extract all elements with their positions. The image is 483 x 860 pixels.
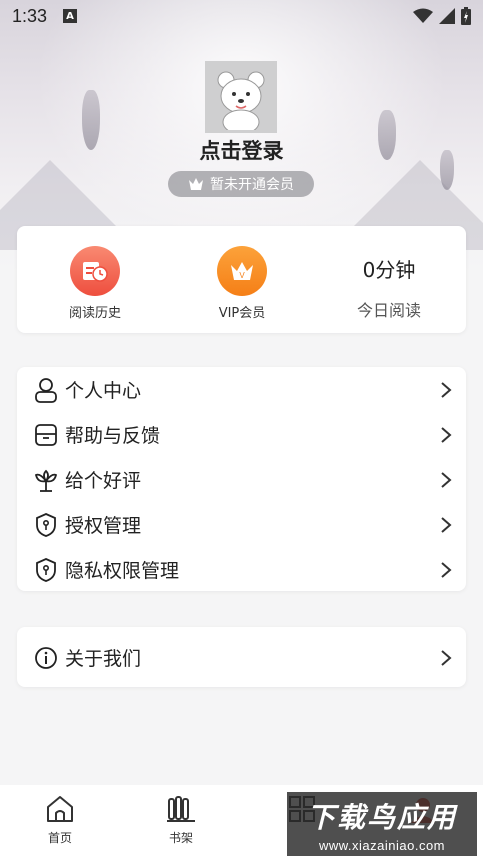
chevron-right-icon	[441, 381, 452, 398]
chevron-right-icon	[441, 471, 452, 488]
status-bar: 1:33 A	[0, 0, 483, 32]
avatar[interactable]	[205, 61, 277, 133]
about-card: 关于我们	[17, 627, 466, 687]
vip-label: VIP会员	[218, 306, 266, 321]
crown-icon	[189, 178, 203, 190]
wifi-icon	[413, 8, 433, 23]
battery-icon	[461, 7, 471, 25]
menu-item-rate-us[interactable]: 给个好评	[17, 457, 466, 502]
history-icon	[70, 246, 120, 296]
stats-card: 阅读历史 V VIP会员 0分钟 今日阅读	[17, 226, 466, 333]
bear-avatar-icon	[217, 71, 265, 130]
menu-item-about-us[interactable]: 关于我们	[17, 635, 466, 680]
shield-icon	[33, 512, 59, 538]
menu-item-privacy-permissions[interactable]: 隐私权限管理	[17, 547, 466, 592]
tab-bookshelf[interactable]: 书架	[141, 793, 221, 846]
home-icon	[47, 796, 73, 822]
menu-item-label: 隐私权限管理	[65, 560, 180, 582]
menu-item-label: 帮助与反馈	[65, 425, 161, 447]
login-button[interactable]: 点击登录	[0, 135, 483, 165]
today-reading-value: 0分钟	[362, 258, 416, 282]
watermark-title: 下载鸟应用	[306, 800, 457, 834]
reading-history-button[interactable]: 阅读历史	[20, 226, 170, 333]
menu-card: 个人中心 帮助与反馈 给个好评 授权管理 隐私权限管理	[17, 367, 466, 591]
chevron-right-icon	[441, 561, 452, 578]
menu-item-label: 授权管理	[65, 515, 142, 537]
status-time: 1:33	[12, 5, 48, 26]
vip-status-badge[interactable]: 暂未开通会员	[168, 171, 314, 197]
vip-status-text: 暂未开通会员	[210, 177, 294, 193]
a-icon: A	[63, 9, 78, 23]
chevron-right-icon	[441, 426, 452, 443]
info-icon	[33, 645, 59, 671]
user-icon	[33, 377, 59, 403]
today-reading-stat: 0分钟 今日阅读	[314, 226, 464, 333]
feedback-icon	[33, 422, 59, 448]
menu-item-personal-center[interactable]: 个人中心	[17, 367, 466, 412]
about-label: 关于我们	[65, 648, 142, 670]
signal-icon	[439, 8, 455, 24]
tab-label: 首页	[47, 831, 72, 845]
watermark-url: www.xiazainiao.com	[318, 837, 446, 853]
status-icons	[413, 7, 471, 25]
tab-home[interactable]: 首页	[20, 793, 100, 846]
menu-item-authorization[interactable]: 授权管理	[17, 502, 466, 547]
vip-crown-icon: V	[217, 246, 267, 296]
vip-member-button[interactable]: V VIP会员	[167, 226, 317, 333]
today-reading-label: 今日阅读	[356, 301, 421, 320]
history-label: 阅读历史	[68, 306, 121, 321]
bookshelf-icon	[167, 796, 195, 822]
tab-label: 书架	[168, 831, 193, 845]
menu-item-label: 个人中心	[65, 380, 142, 402]
flower-icon	[33, 467, 59, 493]
menu-item-label: 给个好评	[65, 470, 142, 492]
chevron-right-icon	[441, 516, 452, 533]
shield-icon	[33, 557, 59, 583]
svg-text:V: V	[239, 271, 245, 280]
menu-item-help-feedback[interactable]: 帮助与反馈	[17, 412, 466, 457]
watermark: 下载鸟应用 www.xiazainiao.com	[287, 792, 477, 856]
chevron-right-icon	[441, 649, 452, 666]
